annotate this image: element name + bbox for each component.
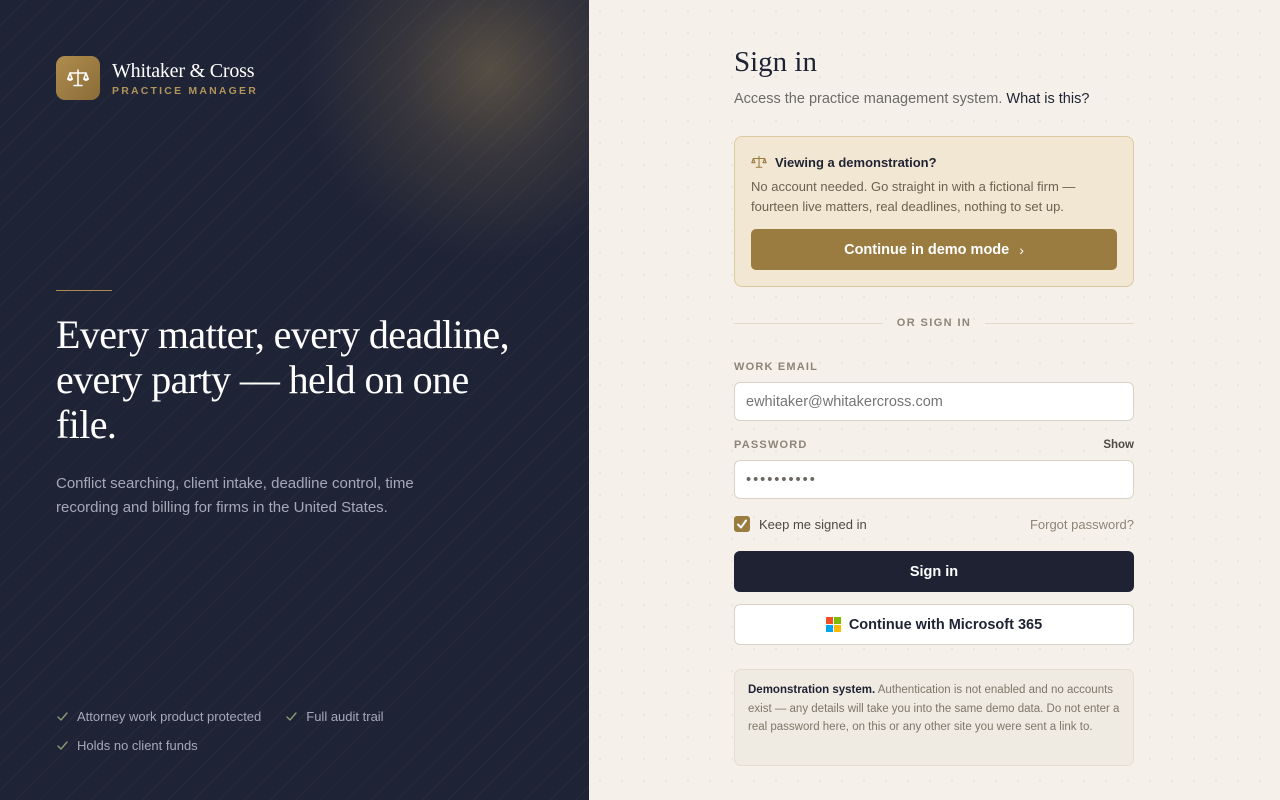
- or-divider: OR SIGN IN: [734, 316, 1135, 330]
- or-divider-line-right: [985, 322, 1135, 324]
- remember-label: Keep me signed in: [759, 516, 867, 532]
- chevron-right-icon: ›: [1019, 241, 1024, 258]
- feature-item: Full audit trail: [285, 708, 384, 725]
- password-label-row: PASSWORD Show: [734, 438, 1134, 452]
- brand-name: Whitaker & Cross: [112, 59, 255, 82]
- remember-me[interactable]: Keep me signed in: [734, 516, 867, 532]
- show-password-toggle[interactable]: Show: [1103, 439, 1134, 451]
- brand: Whitaker & Cross PRACTICE MANAGER: [56, 56, 258, 100]
- hero-panel: Whitaker & Cross PRACTICE MANAGER Every …: [0, 0, 589, 800]
- or-divider-text: OR SIGN IN: [896, 317, 972, 329]
- feature-list: Attorney work product protected Full aud…: [56, 708, 476, 754]
- remember-checkbox[interactable]: [734, 516, 750, 532]
- email-field[interactable]: [734, 382, 1134, 421]
- feature-item: Holds no client funds: [56, 737, 198, 754]
- password-field[interactable]: [734, 460, 1134, 499]
- demo-body: No account needed. Go straight in with a…: [751, 179, 1076, 214]
- check-icon: [57, 741, 68, 750]
- brand-logo: [56, 56, 100, 100]
- scales-icon: [751, 155, 767, 168]
- feature-label: Holds no client funds: [77, 738, 198, 753]
- hero-headline: Every matter, every deadline, every part…: [56, 312, 510, 447]
- demo-mode-button-label: Continue in demo mode: [844, 241, 1010, 258]
- email-label-row: WORK EMAIL: [734, 360, 1134, 374]
- signin-button[interactable]: Sign in: [734, 551, 1134, 592]
- page-title: Sign in: [734, 46, 817, 78]
- demo-mode-button[interactable]: Continue in demo mode ›: [751, 229, 1117, 270]
- email-label: WORK EMAIL: [734, 361, 819, 373]
- check-icon: [286, 712, 297, 721]
- forgot-password-link[interactable]: Forgot password?: [1030, 517, 1134, 532]
- hero-description: Conflict searching, client intake, deadl…: [56, 475, 414, 516]
- or-divider-line-left: [734, 322, 883, 324]
- microsoft-icon: [825, 617, 841, 632]
- notice-title: Demonstration system.: [748, 684, 876, 696]
- feature-label: Full audit trail: [306, 709, 384, 724]
- demo-notice: Demonstration system. Authentication is …: [734, 669, 1134, 766]
- signin-subtitle-text: Access the practice management system.: [734, 91, 1003, 107]
- demo-heading: Viewing a demonstration?: [751, 153, 1117, 171]
- brand-subtitle: PRACTICE MANAGER: [112, 84, 259, 97]
- password-label: PASSWORD: [734, 439, 808, 451]
- what-is-this-link[interactable]: What is this?: [1006, 91, 1089, 107]
- microsoft-signin-button[interactable]: Continue with Microsoft 365: [734, 604, 1134, 645]
- check-icon: [57, 712, 68, 721]
- demo-callout: Viewing a demonstration? No account need…: [734, 136, 1134, 287]
- feature-item: Attorney work product protected: [56, 708, 261, 725]
- feature-label: Attorney work product protected: [77, 709, 262, 724]
- check-icon: [737, 519, 747, 529]
- demo-heading-text: Viewing a demonstration?: [775, 154, 937, 170]
- gold-divider: [56, 290, 112, 291]
- signin-form: Sign in Access the practice management s…: [734, 46, 1135, 766]
- scales-icon: [67, 69, 89, 87]
- signin-subtitle: Access the practice management system. W…: [734, 91, 1134, 107]
- remember-row: Keep me signed in Forgot password?: [734, 516, 1134, 532]
- signin-panel: Sign in Access the practice management s…: [589, 0, 1280, 800]
- microsoft-button-label: Continue with Microsoft 365: [848, 616, 1043, 633]
